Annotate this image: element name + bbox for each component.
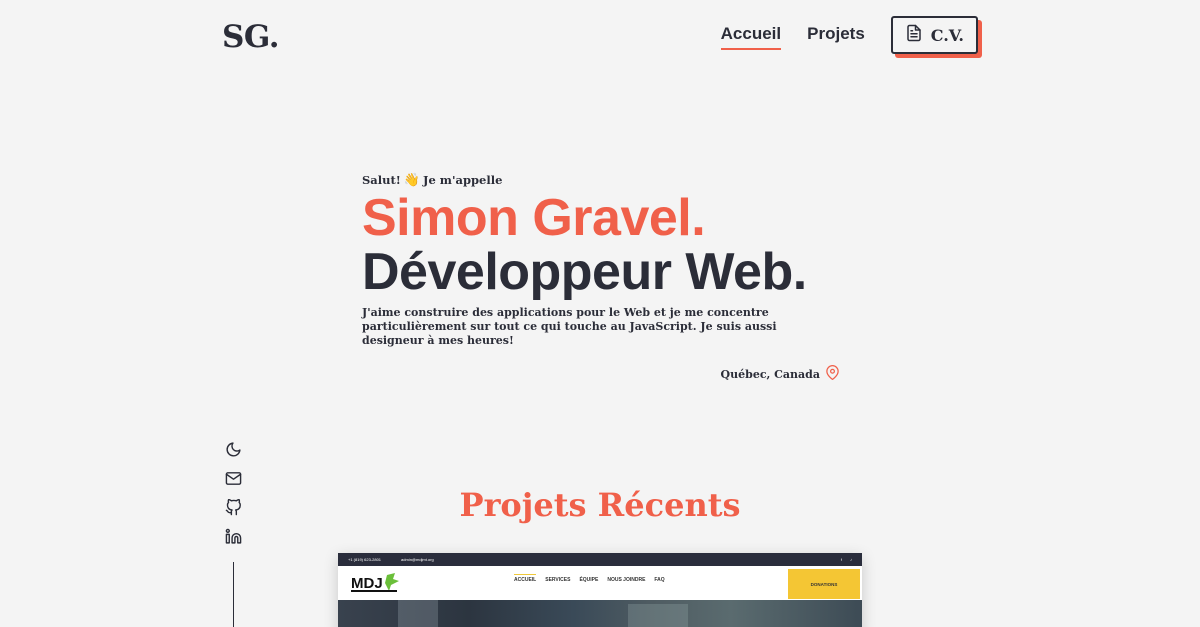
hero-section: Salut! 👋 Je m'appelle Simon Gravel. Déve…: [362, 172, 842, 384]
project-preview-donate: DONATIONS: [788, 569, 860, 599]
project-preview-nav: MDJ ACCUEIL SERVICES ÉQUIPE NOUS JOINDRE…: [338, 566, 862, 600]
project-preview-link-accueil: ACCUEIL: [514, 574, 537, 583]
hero-name: Simon Gravel.: [362, 189, 706, 247]
mail-icon[interactable]: [225, 470, 242, 487]
project-preview-links: ACCUEIL SERVICES ÉQUIPE NOUS JOINDRE FAQ: [514, 574, 665, 583]
logo[interactable]: SG.: [222, 19, 280, 55]
project-preview-phone: +1 (819) 623-2801: [348, 557, 382, 562]
svg-text:MDJ: MDJ: [351, 575, 383, 592]
map-pin-icon: [825, 364, 840, 384]
project-preview-email: admin@mdjmt.org: [401, 557, 434, 562]
linkedin-icon[interactable]: [225, 528, 242, 545]
waving-hand-icon: 👋: [403, 172, 421, 188]
project-card[interactable]: +1 (819) 623-2801 admin@mdjmt.org f ♪ MDJ…: [338, 553, 862, 627]
location: Québec, Canada: [362, 364, 840, 384]
cv-label: C.V.: [930, 25, 964, 45]
tiktok-icon: ♪: [850, 557, 852, 562]
recent-projects-title: Projets Récents: [459, 486, 741, 524]
nav-link-accueil[interactable]: Accueil: [720, 24, 782, 50]
location-label: Québec, Canada: [720, 367, 820, 381]
cv-button[interactable]: C.V.: [890, 16, 978, 54]
facebook-icon: f: [840, 557, 842, 562]
project-preview-hero-image: [338, 600, 862, 627]
greeting: Salut! 👋 Je m'appelle: [362, 172, 842, 188]
greeting-hello: Salut!: [362, 173, 401, 187]
project-preview-link-joindre: NOUS JOINDRE: [607, 577, 646, 583]
greeting-intro: Je m'appelle: [423, 173, 503, 187]
project-preview-link-services: SERVICES: [545, 577, 571, 583]
project-preview-social: f ♪: [841, 557, 852, 562]
nav-link-projets[interactable]: Projets: [807, 24, 865, 46]
project-preview-link-faq: FAQ: [654, 577, 665, 583]
document-icon: [905, 24, 923, 46]
moon-icon[interactable]: [225, 441, 242, 458]
project-preview-logo: MDJ: [351, 573, 399, 592]
hero-role: Développeur Web.: [362, 243, 807, 301]
main-nav: Accueil Projets C.V.: [720, 16, 978, 54]
social-divider-line: [233, 562, 234, 627]
project-preview-link-equipe: ÉQUIPE: [579, 577, 599, 583]
project-preview-topbar: +1 (819) 623-2801 admin@mdjmt.org f ♪: [338, 553, 862, 566]
hero-bio: J'aime construire des applications pour …: [362, 306, 777, 347]
